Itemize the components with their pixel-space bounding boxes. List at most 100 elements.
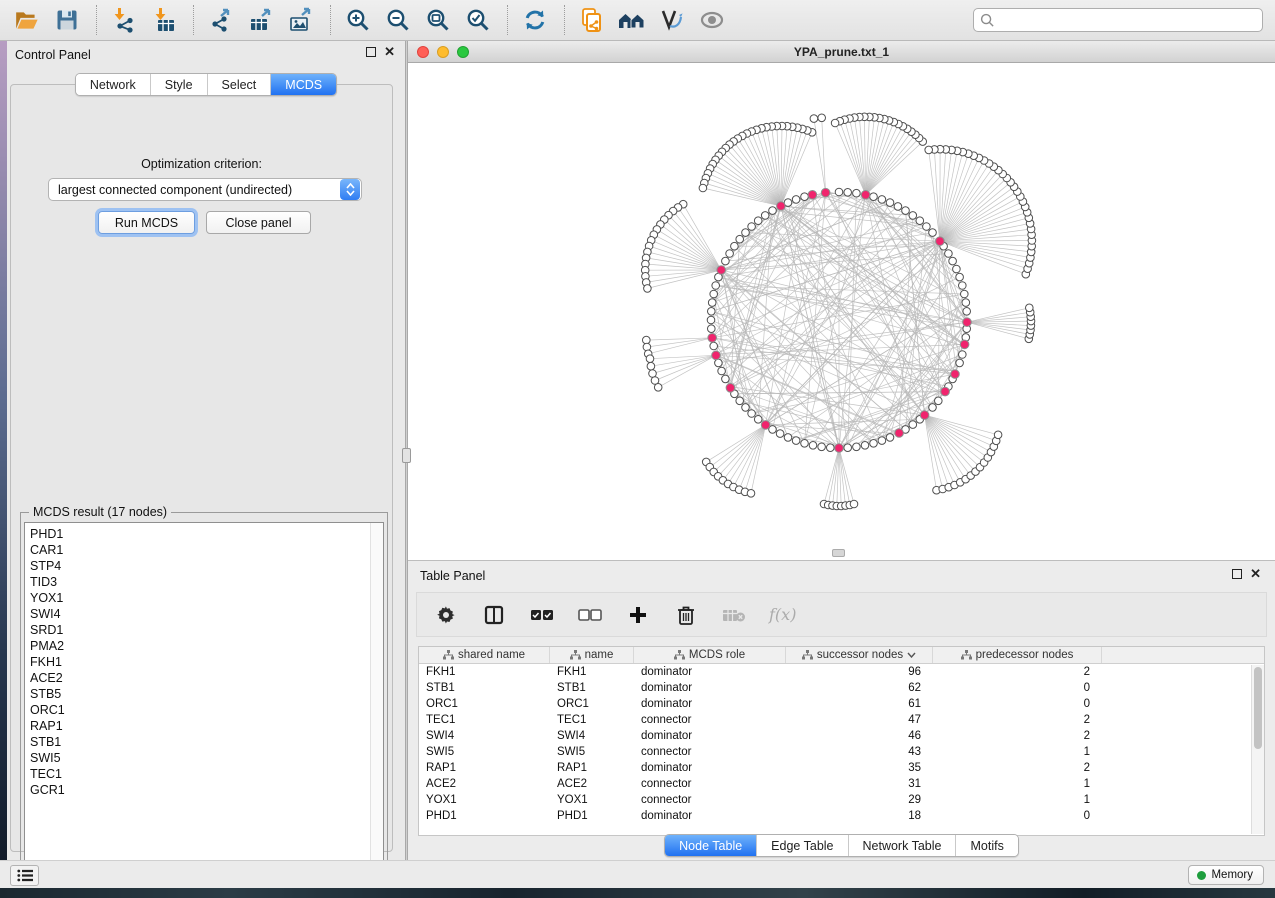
delete-table-button[interactable] (721, 602, 747, 628)
export-network-button[interactable] (204, 3, 238, 37)
cell-name[interactable]: TEC1 (550, 712, 634, 728)
mcds-result-item[interactable]: FKH1 (30, 654, 383, 670)
column-header-shared-name[interactable]: shared name (419, 647, 550, 663)
cell-predecessor-nodes[interactable]: 0 (933, 696, 1102, 712)
tab-edge-table[interactable]: Edge Table (757, 835, 848, 856)
table-row[interactable]: ORC1 ORC1 dominator 61 0 (419, 696, 1264, 712)
deselect-all-button[interactable] (577, 602, 603, 628)
table-row[interactable]: YOX1 YOX1 connector 29 1 (419, 792, 1264, 808)
import-network-button[interactable] (107, 3, 141, 37)
optimization-criterion-select[interactable]: largest connected component (undirected) (48, 178, 362, 201)
mcds-result-scrollbar[interactable] (370, 523, 383, 878)
table-scrollbar[interactable] (1251, 665, 1264, 834)
cell-mcds-role[interactable]: dominator (634, 664, 786, 680)
table-row[interactable]: STB1 STB1 dominator 62 0 (419, 680, 1264, 696)
tab-style[interactable]: Style (151, 74, 208, 95)
table-scrollbar-thumb[interactable] (1254, 667, 1262, 749)
tab-node-table[interactable]: Node Table (665, 835, 757, 856)
network-canvas[interactable] (408, 63, 1275, 560)
cell-predecessor-nodes[interactable]: 2 (933, 728, 1102, 744)
add-column-button[interactable] (625, 602, 651, 628)
tab-mcds[interactable]: MCDS (271, 74, 336, 95)
cell-shared-name[interactable]: ORC1 (419, 696, 550, 712)
zoom-out-button[interactable] (381, 3, 415, 37)
cell-name[interactable]: FKH1 (550, 664, 634, 680)
table-row[interactable]: PHD1 PHD1 dominator 18 0 (419, 808, 1264, 824)
column-header-mcds-role[interactable]: MCDS role (634, 647, 786, 663)
cell-mcds-role[interactable]: connector (634, 792, 786, 808)
mcds-result-item[interactable]: STB1 (30, 734, 383, 750)
mcds-result-item[interactable]: TID3 (30, 574, 383, 590)
cell-predecessor-nodes[interactable]: 2 (933, 712, 1102, 728)
cell-mcds-role[interactable]: dominator (634, 760, 786, 776)
cell-name[interactable]: ORC1 (550, 696, 634, 712)
mcds-result-item[interactable]: PMA2 (30, 638, 383, 654)
table-settings-button[interactable] (433, 602, 459, 628)
cell-successor-nodes[interactable]: 62 (786, 680, 933, 696)
cell-predecessor-nodes[interactable]: 1 (933, 792, 1102, 808)
network-graph[interactable] (408, 63, 1275, 560)
cell-predecessor-nodes[interactable]: 2 (933, 664, 1102, 680)
cell-name[interactable]: STB1 (550, 680, 634, 696)
clone-network-button[interactable] (575, 3, 609, 37)
save-session-button[interactable] (50, 3, 84, 37)
tab-network[interactable]: Network (76, 74, 151, 95)
table-row[interactable]: SWI4 SWI4 dominator 46 2 (419, 728, 1264, 744)
select-all-button[interactable] (529, 602, 555, 628)
mcds-result-item[interactable]: STB5 (30, 686, 383, 702)
horizontal-splitter-handle[interactable] (832, 549, 845, 557)
zoom-selected-button[interactable] (461, 3, 495, 37)
column-header-name[interactable]: name (550, 647, 634, 663)
function-builder-button[interactable]: f(x) (769, 605, 796, 624)
mcds-result-item[interactable]: ORC1 (30, 702, 383, 718)
cell-shared-name[interactable]: YOX1 (419, 792, 550, 808)
export-image-button[interactable] (284, 3, 318, 37)
table-row[interactable]: RAP1 RAP1 dominator 35 2 (419, 760, 1264, 776)
table-row[interactable]: TEC1 TEC1 connector 47 2 (419, 712, 1264, 728)
close-table-panel-icon[interactable]: ✕ (1250, 569, 1261, 579)
float-table-panel-icon[interactable] (1232, 569, 1242, 579)
tab-motifs[interactable]: Motifs (956, 835, 1017, 856)
cell-predecessor-nodes[interactable]: 2 (933, 760, 1102, 776)
cell-mcds-role[interactable]: connector (634, 744, 786, 760)
cell-shared-name[interactable]: ACE2 (419, 776, 550, 792)
cell-successor-nodes[interactable]: 47 (786, 712, 933, 728)
delete-column-button[interactable] (673, 602, 699, 628)
task-history-button[interactable] (10, 865, 39, 886)
table-row[interactable]: FKH1 FKH1 dominator 96 2 (419, 664, 1264, 680)
cell-successor-nodes[interactable]: 18 (786, 808, 933, 824)
close-panel-icon[interactable]: ✕ (384, 47, 395, 57)
export-table-button[interactable] (244, 3, 278, 37)
table-row[interactable]: ACE2 ACE2 connector 31 1 (419, 776, 1264, 792)
cell-successor-nodes[interactable]: 46 (786, 728, 933, 744)
cell-shared-name[interactable]: TEC1 (419, 712, 550, 728)
import-table-button[interactable] (147, 3, 181, 37)
search-box[interactable] (973, 8, 1263, 32)
mcds-result-item[interactable]: STP4 (30, 558, 383, 574)
cell-successor-nodes[interactable]: 29 (786, 792, 933, 808)
cell-name[interactable]: RAP1 (550, 760, 634, 776)
cell-shared-name[interactable]: RAP1 (419, 760, 550, 776)
cell-mcds-role[interactable]: dominator (634, 696, 786, 712)
cell-name[interactable]: ACE2 (550, 776, 634, 792)
table-row[interactable]: SWI5 SWI5 connector 43 1 (419, 744, 1264, 760)
show-columns-button[interactable] (481, 602, 507, 628)
memory-button[interactable]: Memory (1188, 865, 1264, 885)
mcds-result-item[interactable]: GCR1 (30, 782, 383, 798)
visual-style-button[interactable] (655, 3, 689, 37)
cell-successor-nodes[interactable]: 35 (786, 760, 933, 776)
cell-predecessor-nodes[interactable]: 0 (933, 808, 1102, 824)
zoom-fit-button[interactable] (421, 3, 455, 37)
cell-successor-nodes[interactable]: 61 (786, 696, 933, 712)
cell-shared-name[interactable]: SWI5 (419, 744, 550, 760)
search-input[interactable] (995, 13, 1262, 27)
tab-select[interactable]: Select (208, 74, 272, 95)
mcds-result-item[interactable]: ACE2 (30, 670, 383, 686)
cell-shared-name[interactable]: STB1 (419, 680, 550, 696)
cell-shared-name[interactable]: SWI4 (419, 728, 550, 744)
mcds-result-item[interactable]: RAP1 (30, 718, 383, 734)
cell-name[interactable]: SWI4 (550, 728, 634, 744)
cell-predecessor-nodes[interactable]: 0 (933, 680, 1102, 696)
column-header-predecessor-nodes[interactable]: predecessor nodes (933, 647, 1102, 663)
cell-mcds-role[interactable]: connector (634, 712, 786, 728)
